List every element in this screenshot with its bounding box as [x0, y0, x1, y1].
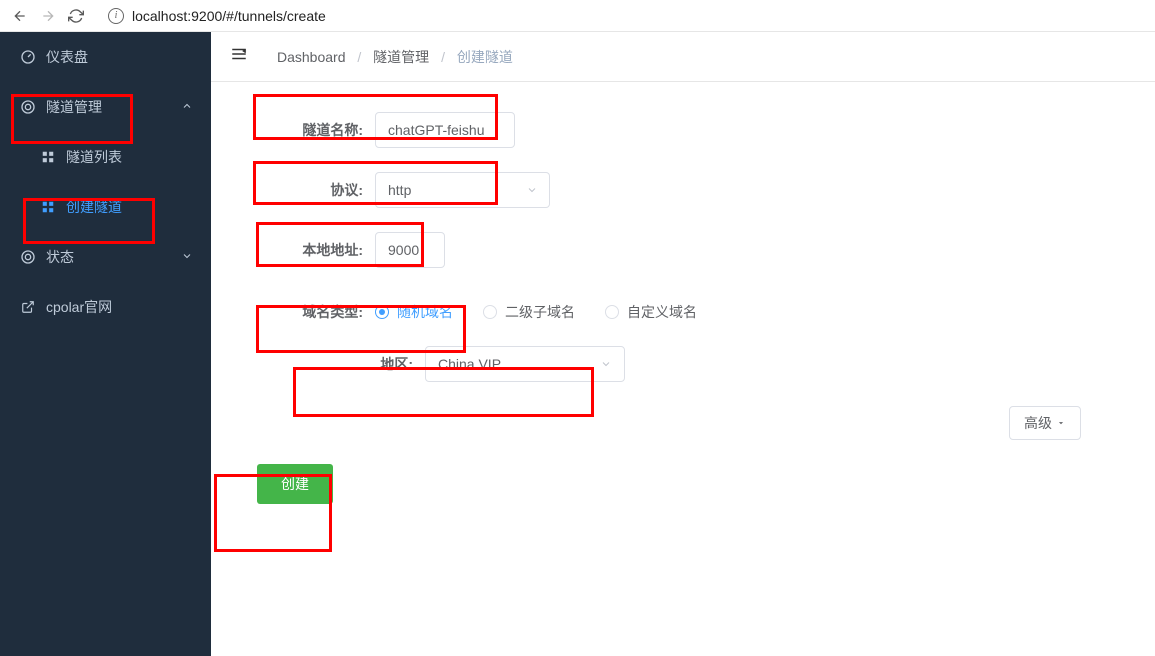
breadcrumb-separator: / — [357, 49, 361, 65]
sidebar-item-label: 仪表盘 — [46, 47, 88, 67]
region-value: China VIP — [438, 356, 501, 372]
menu-toggle-icon[interactable] — [229, 45, 249, 68]
main-content: Dashboard / 隧道管理 / 创建隧道 隧道名称: 协议: 本地地址: — [211, 32, 1155, 656]
forward-button[interactable] — [34, 2, 62, 30]
input-protocol[interactable] — [375, 172, 515, 208]
sidebar-item-status[interactable]: 状态 — [0, 232, 211, 282]
breadcrumb-root[interactable]: Dashboard — [277, 49, 346, 65]
back-button[interactable] — [6, 2, 34, 30]
label-protocol: 协议: — [265, 180, 375, 200]
protocol-dropdown-button[interactable] — [514, 172, 550, 208]
sidebar-item-tunnel-manage[interactable]: 隧道管理 — [0, 82, 211, 132]
form: 隧道名称: 协议: 本地地址: 域名类型: 随机域名 — [211, 82, 1155, 524]
radio-label: 二级子域名 — [505, 302, 575, 322]
info-icon: i — [108, 8, 124, 24]
input-tunnel-name[interactable] — [375, 112, 515, 148]
row-region: 地区: China VIP — [315, 346, 1131, 382]
radio-random-domain[interactable]: 随机域名 — [375, 302, 453, 322]
sidebar-item-label: cpolar官网 — [46, 297, 112, 317]
row-tunnel-name: 隧道名称: — [265, 112, 1131, 148]
label-domain-type: 域名类型: — [265, 302, 375, 322]
radio-subdomain[interactable]: 二级子域名 — [483, 302, 575, 322]
label-tunnel-name: 隧道名称: — [265, 120, 375, 140]
button-create[interactable]: 创建 — [257, 464, 333, 504]
domain-type-radio-group: 随机域名 二级子域名 自定义域名 — [375, 302, 697, 322]
row-local-addr: 本地地址: — [265, 232, 1131, 268]
select-region[interactable]: China VIP — [425, 346, 625, 382]
sidebar: 仪表盘 隧道管理 隧道列表 创建隧道 — [0, 32, 211, 656]
topbar: Dashboard / 隧道管理 / 创建隧道 — [211, 32, 1155, 82]
url-bar[interactable]: i localhost:9200/#/tunnels/create — [98, 3, 1149, 29]
list-icon — [40, 149, 56, 165]
breadcrumb: Dashboard / 隧道管理 / 创建隧道 — [277, 47, 513, 67]
sidebar-item-dashboard[interactable]: 仪表盘 — [0, 32, 211, 82]
chevron-down-icon — [600, 358, 612, 370]
create-icon — [40, 199, 56, 215]
label-region: 地区: — [315, 354, 425, 374]
radio-label: 随机域名 — [397, 302, 453, 322]
row-submit: 创建 — [235, 464, 1131, 504]
browser-chrome: i localhost:9200/#/tunnels/create — [0, 0, 1155, 32]
chevron-up-icon — [181, 99, 193, 115]
status-icon — [20, 249, 36, 265]
breadcrumb-current: 创建隧道 — [457, 49, 513, 65]
sidebar-item-label: 隧道列表 — [66, 147, 122, 167]
sidebar-item-label: 状态 — [46, 247, 74, 267]
sidebar-item-label: 创建隧道 — [66, 197, 122, 217]
advanced-label: 高级 — [1024, 413, 1052, 433]
sidebar-item-cpolar-site[interactable]: cpolar官网 — [0, 282, 211, 332]
radio-custom-domain[interactable]: 自定义域名 — [605, 302, 697, 322]
label-local-addr: 本地地址: — [265, 240, 375, 260]
input-local-addr[interactable] — [375, 232, 445, 268]
breadcrumb-separator: / — [441, 49, 445, 65]
tunnel-icon — [20, 99, 36, 115]
button-advanced[interactable]: 高级 — [1009, 406, 1081, 440]
radio-icon — [375, 305, 389, 319]
dashboard-icon — [20, 49, 36, 65]
app-container: 仪表盘 隧道管理 隧道列表 创建隧道 — [0, 32, 1155, 656]
sidebar-item-label: 隧道管理 — [46, 97, 102, 117]
row-domain-type: 域名类型: 随机域名 二级子域名 自定义域名 — [265, 302, 1131, 322]
radio-icon — [483, 305, 497, 319]
radio-label: 自定义域名 — [627, 302, 697, 322]
reload-button[interactable] — [62, 2, 90, 30]
sidebar-item-tunnel-list[interactable]: 隧道列表 — [0, 132, 211, 182]
breadcrumb-mid[interactable]: 隧道管理 — [373, 49, 429, 65]
url-text: localhost:9200/#/tunnels/create — [132, 8, 326, 24]
caret-down-icon — [1056, 418, 1066, 428]
row-advanced: 高级 — [235, 406, 1131, 440]
sidebar-item-tunnel-create[interactable]: 创建隧道 — [0, 182, 211, 232]
chevron-down-icon — [181, 249, 193, 265]
external-link-icon — [20, 299, 36, 315]
row-protocol: 协议: — [265, 172, 1131, 208]
radio-icon — [605, 305, 619, 319]
